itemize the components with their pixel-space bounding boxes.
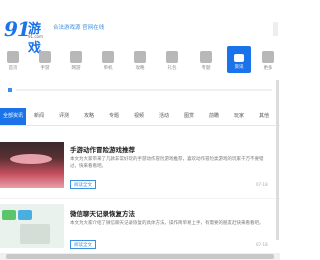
article-thumbnail[interactable] (0, 142, 64, 188)
article-date: 07-18 (256, 182, 268, 187)
article-item[interactable]: 微信聊天记录恢复方法 本文为大家介绍了微信聊天记录恢复的具体方法，操作简单易上手… (0, 202, 280, 252)
logo-subtext: 91.com (28, 34, 43, 39)
nav-label: 网游 (71, 66, 81, 71)
banner-strip (8, 88, 272, 92)
grid-icon (200, 51, 212, 63)
tab-event[interactable]: 活动 (152, 108, 176, 125)
nav-label: 首页 (8, 66, 18, 71)
chat-bubble-icon (18, 210, 32, 220)
nav-label: 专题 (201, 66, 211, 71)
nav-item-mobile[interactable]: 手游 (33, 45, 57, 77)
tab-guide[interactable]: 攻略 (77, 108, 101, 125)
nav-item-topic[interactable]: 专题 (194, 45, 218, 77)
logo-number: 91 (4, 17, 31, 41)
nav-item-more[interactable]: 更多 (256, 45, 280, 77)
monitor-icon (102, 51, 114, 63)
divider (16, 89, 272, 91)
read-more-button[interactable]: 阅读全文 (70, 240, 96, 249)
article-title[interactable]: 微信聊天记录恢复方法 (70, 208, 135, 218)
tab-other[interactable]: 其他 (252, 108, 276, 125)
news-icon (234, 54, 244, 62)
location-icon (8, 88, 12, 92)
article-date: 07-18 (256, 242, 268, 247)
site-logo[interactable]: 91 游戏 91.com (4, 17, 50, 56)
read-more-button[interactable]: 阅读全文 (70, 180, 96, 189)
nav-item-home[interactable]: 首页 (1, 45, 25, 77)
horizontal-scrollbar[interactable] (0, 253, 280, 260)
gamepad-icon (39, 51, 51, 63)
chat-bubble-icon (2, 210, 16, 220)
divider (0, 198, 280, 199)
article-title[interactable]: 手游动作冒险游戏推荐 (70, 144, 135, 154)
tab-news[interactable]: 新闻 (27, 108, 51, 125)
article-summary: 本文为大家介绍了微信聊天记录恢复的具体方法，操作简单易上手，有需要的朋友赶快来看… (70, 221, 264, 226)
nav-item-single[interactable]: 单机 (96, 45, 120, 77)
article-item[interactable]: 手游动作冒险游戏推荐 本文为大家带来了几款非常好玩的手游动作冒险游戏推荐，喜欢动… (0, 140, 280, 192)
tab-video[interactable]: 视频 (127, 108, 151, 125)
nav-label: 更多 (263, 66, 273, 71)
nav-label: 礼包 (167, 66, 177, 71)
site-slogan: 合法游戏源 官网在线 (53, 25, 105, 31)
tab-gallery[interactable]: 图赏 (177, 108, 201, 125)
thumbnail-graphic (10, 154, 52, 164)
tab-preview[interactable]: 前瞻 (202, 108, 226, 125)
nav-item-guide[interactable]: 攻略 (128, 45, 152, 77)
nav-item-news[interactable]: 资讯 (227, 46, 251, 73)
book-icon (134, 51, 146, 63)
phone-icon (20, 224, 50, 244)
article-summary: 本文为大家带来了几款非常好玩的手游动作冒险游戏推荐，喜欢动作冒险类游戏的玩家千万… (70, 157, 264, 169)
tab-player[interactable]: 玩家 (227, 108, 251, 125)
vertical-scrollbar[interactable] (276, 80, 279, 240)
nav-item-gift[interactable]: 礼包 (160, 45, 184, 77)
nav-item-online[interactable]: 网游 (64, 45, 88, 77)
category-tabs: 全部资讯 新闻 评测 攻略 专题 视频 活动 图赏 前瞻 玩家 其他 (0, 108, 280, 126)
tab-all[interactable]: 全部资讯 (0, 108, 26, 125)
scrollbar-thumb[interactable] (6, 254, 274, 259)
main-nav: 首页 手游 网游 单机 攻略 礼包 专题 资讯 更多 (0, 45, 280, 77)
tab-topic[interactable]: 专题 (102, 108, 126, 125)
scrollbar-top[interactable] (273, 22, 278, 36)
globe-icon (70, 51, 82, 63)
gift-icon (166, 51, 178, 63)
tab-review[interactable]: 评测 (52, 108, 76, 125)
article-thumbnail[interactable] (0, 204, 64, 248)
site-header: 91 游戏 91.com 合法游戏源 官网在线 (0, 0, 280, 56)
nav-label: 攻略 (135, 66, 145, 71)
nav-label: 单机 (103, 66, 113, 71)
more-icon (262, 51, 274, 63)
home-icon (7, 51, 19, 63)
nav-label: 手游 (40, 66, 50, 71)
nav-label: 资讯 (234, 65, 244, 70)
